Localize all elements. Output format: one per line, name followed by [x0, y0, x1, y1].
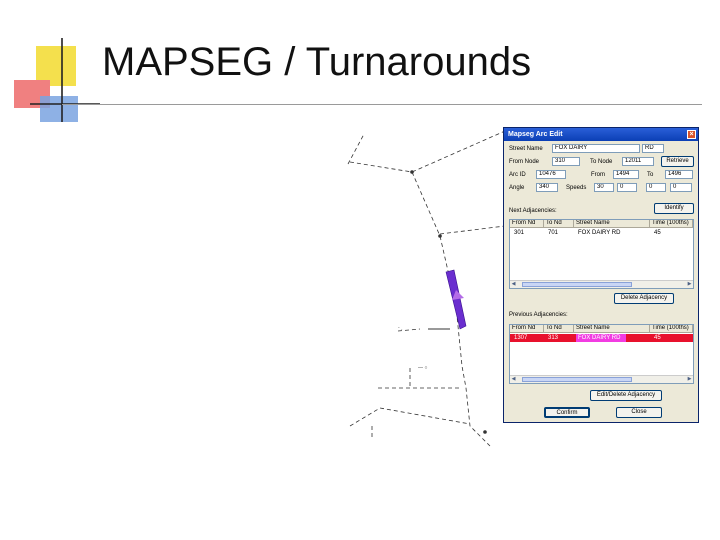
column-header[interactable]: To Nd [544, 220, 574, 228]
retrieve-button[interactable]: Retrieve [661, 156, 694, 167]
from-node-field[interactable]: 310 [552, 157, 580, 166]
slide-title: MAPSEG / Turnarounds [102, 40, 532, 84]
table-cell: 45 [654, 230, 661, 236]
scrollbar-thumb[interactable] [522, 377, 632, 382]
from-label: From [591, 172, 605, 178]
street-suffix-field[interactable]: RD [642, 144, 664, 153]
map-tick-label: — ○ [418, 365, 427, 371]
delete-adjacency-button[interactable]: Delete Adjacency [614, 293, 674, 304]
column-header[interactable]: From Nd [510, 325, 544, 333]
dialog-titlebar: Mapseg Arc Edit × [504, 128, 698, 141]
previous-adjacencies-label: Previous Adjacencies: [509, 312, 568, 318]
table-cell: 301 [514, 230, 525, 236]
arc-id-field[interactable]: 10476 [536, 170, 566, 179]
identify-button[interactable]: Identify [654, 203, 694, 214]
scroll-right-icon[interactable]: ▶ [686, 376, 693, 382]
map-node [483, 430, 487, 434]
road-branch-right [439, 225, 506, 235]
table-cell: FOX DAIRY RD [576, 334, 626, 342]
table-cell: 701 [548, 230, 559, 236]
horizontal-scrollbar[interactable]: ◀ ▶ [510, 280, 693, 288]
column-header[interactable]: Time (100ths) [650, 220, 693, 228]
title-rule [62, 104, 702, 105]
to-field[interactable]: 1496 [665, 170, 693, 179]
close-icon[interactable]: × [687, 130, 696, 139]
table-cell: 313 [548, 335, 559, 341]
column-header[interactable]: Time (100ths) [650, 325, 693, 333]
speed-field[interactable]: 0 [617, 183, 637, 192]
table-cell: 1307 [514, 335, 528, 341]
table-cell: FOX DAIRY RD [578, 230, 621, 236]
edit-delete-adjacency-button[interactable]: Edit/Delete Adjacency [590, 390, 662, 401]
dialog-title: Mapseg Arc Edit [508, 131, 563, 138]
scroll-left-icon[interactable]: ◀ [510, 281, 517, 287]
speed-field[interactable]: 0 [646, 183, 666, 192]
close-button[interactable]: Close [616, 407, 662, 418]
speeds-label: Speeds [566, 185, 587, 191]
column-header[interactable]: Street Name [574, 325, 650, 333]
map-node [410, 170, 414, 174]
to-node-field[interactable]: 12011 [622, 157, 654, 166]
mapseg-arc-edit-dialog: Mapseg Arc Edit × Street Name FOX DAIRY … [503, 127, 699, 423]
table-cell: 45 [654, 335, 661, 341]
map-node [438, 234, 442, 238]
table-row-selected[interactable]: 1307 313 FOX DAIRY RD 45 [510, 334, 693, 342]
road-top-left [347, 133, 365, 165]
street-name-field[interactable]: FOX DAIRY [552, 144, 640, 153]
map-tick-label: ˉ · [398, 327, 403, 333]
speed-field[interactable]: 30 [594, 183, 614, 192]
road-bottom [349, 407, 471, 427]
arc-id-label: Arc ID [509, 172, 526, 178]
column-header[interactable]: To Nd [544, 325, 574, 333]
angle-label: Angle [509, 185, 525, 191]
column-header[interactable]: Street Name [574, 220, 650, 228]
angle-field[interactable]: 340 [536, 183, 558, 192]
to-label: To [647, 172, 654, 178]
horizontal-scrollbar[interactable]: ◀ ▶ [510, 375, 693, 383]
from-field[interactable]: 1494 [613, 170, 639, 179]
column-header[interactable]: From Nd [510, 220, 544, 228]
to-node-label: To Node [590, 159, 613, 165]
scroll-right-icon[interactable]: ▶ [686, 281, 693, 287]
slide-logo [14, 38, 100, 122]
road-main [411, 171, 491, 447]
road-top-link [349, 130, 506, 173]
selected-segment[interactable] [445, 269, 467, 330]
scroll-left-icon[interactable]: ◀ [510, 376, 517, 382]
speed-field[interactable]: 0 [670, 183, 692, 192]
next-adjacencies-list[interactable]: From Nd To Nd Street Name Time (100ths) … [509, 219, 694, 289]
scrollbar-thumb[interactable] [522, 282, 632, 287]
street-map[interactable]: — ○ ˉ · [340, 126, 510, 456]
confirm-button[interactable]: Confirm [544, 407, 590, 418]
next-adjacencies-label: Next Adjacencies: [509, 208, 557, 214]
previous-adjacencies-list[interactable]: From Nd To Nd Street Name Time (100ths) … [509, 324, 694, 384]
logo-blue-square [40, 96, 78, 122]
table-row[interactable]: 301 701 FOX DAIRY RD 45 [510, 229, 693, 237]
street-name-label: Street Name [509, 146, 543, 152]
from-node-label: From Node [509, 159, 540, 165]
